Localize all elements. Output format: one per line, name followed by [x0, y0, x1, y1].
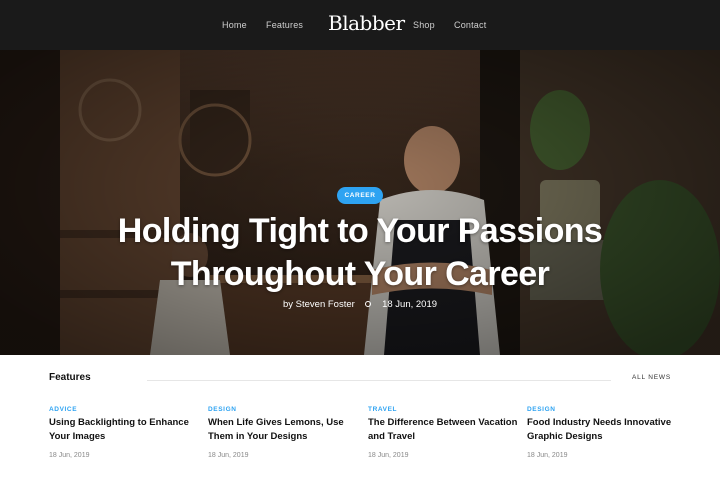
all-news-link[interactable]: ALL NEWS — [632, 374, 671, 381]
hero-meta: by Steven Foster 18 Jun, 2019 — [260, 299, 460, 310]
section-divider — [147, 380, 611, 381]
feature-card[interactable]: ADVICE Using Backlighting to Enhance You… — [49, 406, 199, 459]
site-header: Home Features Blabber Shop Contact — [0, 0, 720, 50]
card-category[interactable]: DESIGN — [208, 406, 358, 413]
card-date: 18 Jun, 2019 — [208, 452, 249, 459]
card-category[interactable]: DESIGN — [527, 406, 677, 413]
feature-card[interactable]: DESIGN When Life Gives Lemons, Use Them … — [208, 406, 358, 459]
nav-contact-link[interactable]: Contact — [454, 20, 486, 30]
author-link[interactable]: by Steven Foster — [283, 299, 355, 310]
card-title[interactable]: The Difference Between Vacation and Trav… — [368, 416, 518, 444]
site-logo[interactable]: Blabber — [328, 11, 405, 35]
separator-circle-icon — [365, 301, 372, 308]
nav-home-link[interactable]: Home — [222, 20, 247, 30]
nav-features-link[interactable]: Features — [266, 20, 303, 30]
card-date: 18 Jun, 2019 — [368, 452, 409, 459]
features-section-header: Features ALL NEWS — [49, 372, 671, 388]
hero-banner[interactable]: CAREER Holding Tight to Your Passions Th… — [0, 50, 720, 355]
feature-card[interactable]: DESIGN Food Industry Needs Innovative Gr… — [527, 406, 677, 459]
category-badge[interactable]: CAREER — [337, 187, 383, 204]
post-date: 18 Jun, 2019 — [382, 299, 438, 310]
nav-shop-link[interactable]: Shop — [413, 20, 435, 30]
card-title[interactable]: Food Industry Needs Innovative Graphic D… — [527, 416, 677, 444]
card-category[interactable]: ADVICE — [49, 406, 199, 413]
section-title: Features — [49, 372, 91, 383]
card-date: 18 Jun, 2019 — [527, 452, 568, 459]
hero-title-line-1[interactable]: Holding Tight to Your Passions — [60, 210, 660, 253]
feature-card[interactable]: TRAVEL The Difference Between Vacation a… — [368, 406, 518, 459]
card-title[interactable]: When Life Gives Lemons, Use Them in Your… — [208, 416, 358, 444]
card-date: 18 Jun, 2019 — [49, 452, 90, 459]
hero-title-line-2[interactable]: Throughout Your Career — [60, 253, 660, 296]
card-title[interactable]: Using Backlighting to Enhance Your Image… — [49, 416, 199, 444]
hero-title[interactable]: Holding Tight to Your Passions Throughou… — [60, 210, 660, 296]
card-category[interactable]: TRAVEL — [368, 406, 518, 413]
